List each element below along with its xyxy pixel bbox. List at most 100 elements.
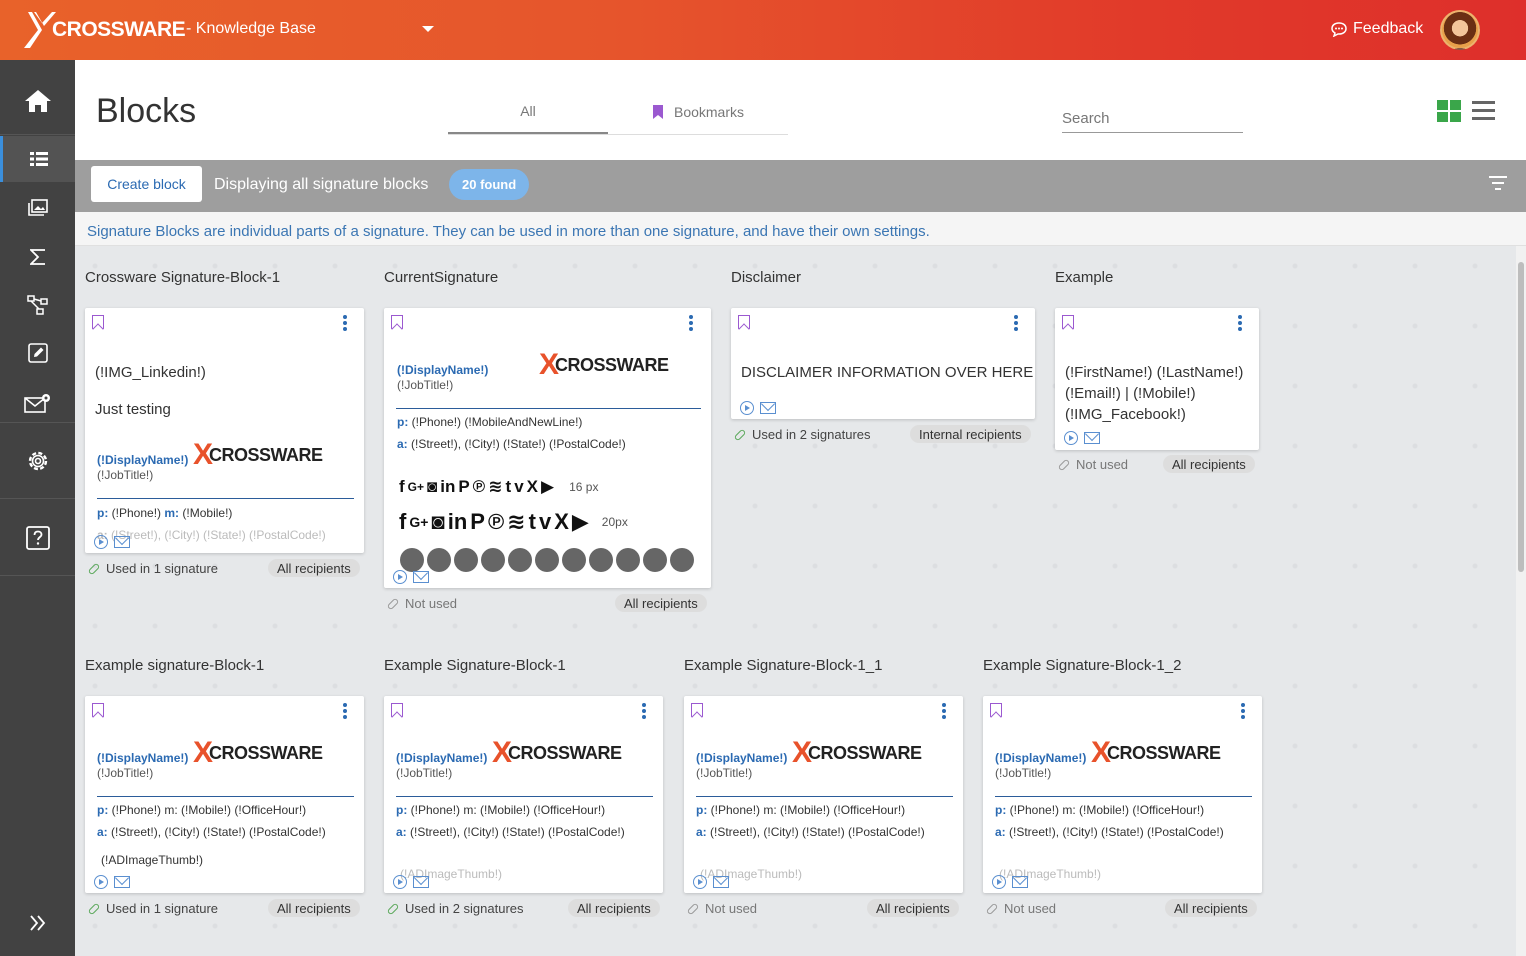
- sidebar-item-editor[interactable]: [0, 330, 75, 376]
- block-line: (!FirstName!) (!LastName!): [1065, 364, 1244, 381]
- more-menu-icon[interactable]: [642, 703, 646, 721]
- feedback-button[interactable]: Feedback: [1331, 20, 1423, 38]
- block-card[interactable]: (!DisplayName!) (!JobTitle!) X CROSSWARE …: [85, 696, 364, 893]
- chevron-down-icon[interactable]: [422, 26, 434, 32]
- gallery-icon: [27, 199, 48, 216]
- preview-icon[interactable]: [1064, 431, 1078, 445]
- knowledge-base-title[interactable]: - Knowledge Base: [186, 20, 316, 38]
- more-menu-icon[interactable]: [1238, 315, 1242, 333]
- crossware-logo: X CROSSWARE: [193, 736, 323, 769]
- recipients-badge: All recipients: [615, 594, 707, 612]
- usage-status[interactable]: Not used: [985, 901, 1056, 916]
- google-plus-icon: G+: [407, 480, 425, 494]
- sig-job-title: (!JobTitle!): [396, 766, 453, 780]
- sidebar-item-settings[interactable]: [0, 438, 75, 484]
- bookmark-icon[interactable]: [990, 703, 1002, 717]
- more-menu-icon[interactable]: [942, 703, 946, 721]
- card-actions: [992, 875, 1028, 889]
- block-title: Disclaimer: [731, 269, 802, 286]
- mail-icon[interactable]: [1084, 432, 1100, 444]
- sig-display-name: (!DisplayName!): [696, 751, 788, 765]
- block-card[interactable]: (!FirstName!) (!LastName!) (!Email!) | (…: [1055, 308, 1259, 450]
- sig-ad-thumb: (!ADImageThumb!): [101, 853, 204, 867]
- grid-view-button[interactable]: [1437, 100, 1461, 122]
- preview-icon[interactable]: [94, 875, 108, 889]
- usage-status[interactable]: Used in 2 signatures: [733, 427, 871, 442]
- preview-icon[interactable]: [992, 875, 1006, 889]
- mail-icon[interactable]: [413, 571, 429, 583]
- block-card[interactable]: DISCLAIMER INFORMATION OVER HERE: [731, 308, 1035, 419]
- preview-icon[interactable]: [393, 875, 407, 889]
- block-card[interactable]: (!DisplayName!) (!JobTitle!) X CROSSWARE …: [983, 696, 1262, 893]
- preview-icon[interactable]: [393, 570, 407, 584]
- block-card[interactable]: (!DisplayName!) (!JobTitle!) X CROSSWARE …: [384, 696, 663, 893]
- more-menu-icon[interactable]: [1241, 703, 1245, 721]
- sig-divider: [696, 796, 953, 797]
- scrollbar-thumb[interactable]: [1518, 262, 1524, 572]
- usage-status[interactable]: Used in 2 signatures: [386, 901, 524, 916]
- bookmark-icon[interactable]: [391, 703, 403, 717]
- mail-icon[interactable]: [413, 876, 429, 888]
- block-card[interactable]: (!DisplayName!) (!JobTitle!) X CROSSWARE …: [684, 696, 963, 893]
- block-card[interactable]: (!IMG_Linkedin!) Just testing (!DisplayN…: [85, 308, 364, 553]
- usage-status[interactable]: Not used: [686, 901, 757, 916]
- card-actions: [94, 535, 130, 549]
- block-card[interactable]: (!DisplayName!) (!JobTitle!) X CROSSWARE …: [384, 308, 711, 588]
- user-avatar[interactable]: [1440, 10, 1480, 50]
- sidebar-item-rules[interactable]: [0, 282, 75, 328]
- search-input[interactable]: [1062, 104, 1243, 133]
- filter-icon[interactable]: [1488, 176, 1508, 194]
- sidebar-item-blocks[interactable]: [0, 136, 75, 182]
- block-title: Example signature-Block-1: [85, 657, 265, 674]
- bookmark-icon[interactable]: [92, 315, 104, 329]
- preview-icon[interactable]: [740, 401, 754, 415]
- bookmark-icon[interactable]: [92, 703, 104, 717]
- usage-status[interactable]: Used in 1 signature: [87, 561, 218, 576]
- usage-status[interactable]: Not used: [1057, 457, 1128, 472]
- sig-display-name: (!DisplayName!): [97, 751, 189, 765]
- more-menu-icon[interactable]: [343, 703, 347, 721]
- usage-status[interactable]: Not used: [386, 596, 457, 611]
- sig-phone-row: p: (!Phone!) (!MobileAndNewLine!): [397, 415, 583, 429]
- sig-address-row: a: (!Street!), (!City!) (!State!) (!Post…: [995, 825, 1224, 839]
- sidebar-item-help[interactable]: [0, 515, 75, 561]
- link-icon: [686, 902, 700, 915]
- recipients-badge: All recipients: [1165, 899, 1257, 917]
- more-menu-icon[interactable]: [343, 315, 347, 333]
- sig-job-title: (!JobTitle!): [397, 378, 454, 392]
- sidebar-divider: [0, 575, 75, 576]
- preview-icon[interactable]: [693, 875, 707, 889]
- sidebar-item-variables[interactable]: [0, 234, 75, 280]
- block-title: Example: [1055, 269, 1114, 286]
- tab-all[interactable]: All: [448, 90, 608, 134]
- double-chevron-right-icon: [29, 915, 45, 931]
- mail-icon[interactable]: [114, 536, 130, 548]
- list-view-button[interactable]: [1472, 101, 1495, 125]
- sidebar-item-gallery[interactable]: [0, 185, 75, 231]
- usage-status[interactable]: Used in 1 signature: [87, 901, 218, 916]
- block-title: Example Signature-Block-1: [384, 657, 566, 674]
- bookmark-icon[interactable]: [391, 315, 403, 329]
- mail-icon[interactable]: [1012, 876, 1028, 888]
- crossware-logo[interactable]: CROSSWARE: [22, 10, 186, 50]
- mail-icon[interactable]: [713, 876, 729, 888]
- preview-icon[interactable]: [94, 535, 108, 549]
- mail-icon[interactable]: [760, 402, 776, 414]
- more-menu-icon[interactable]: [1014, 315, 1018, 333]
- mail-icon[interactable]: [114, 876, 130, 888]
- more-menu-icon[interactable]: [689, 315, 693, 333]
- page-title: Blocks: [96, 92, 197, 130]
- sidebar-item-home[interactable]: [0, 78, 75, 124]
- sig-divider: [97, 796, 354, 797]
- facebook-icon: f: [399, 477, 405, 496]
- sidebar-item-mail-settings[interactable]: [0, 380, 75, 426]
- create-block-button[interactable]: Create block: [91, 166, 202, 202]
- bookmark-icon[interactable]: [738, 315, 750, 329]
- bookmark-icon[interactable]: [1062, 315, 1074, 329]
- tab-bookmarks[interactable]: Bookmarks: [618, 90, 778, 134]
- logo-text: CROSSWARE: [52, 18, 186, 41]
- sidebar-expand-button[interactable]: [0, 900, 75, 946]
- pinterest-icon: P: [470, 509, 485, 534]
- bookmark-icon[interactable]: [691, 703, 703, 717]
- bookmark-icon: [652, 105, 663, 119]
